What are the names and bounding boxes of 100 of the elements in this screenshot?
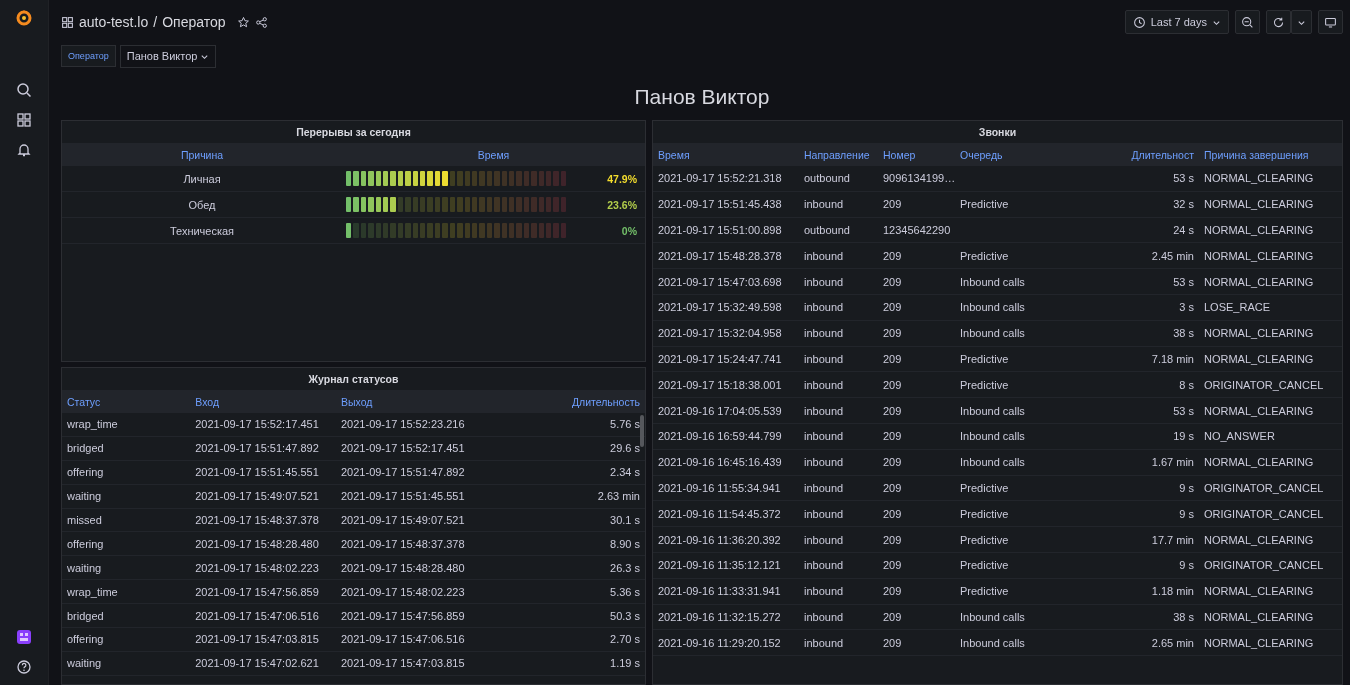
zoom-out-icon <box>1241 15 1254 29</box>
column-header[interactable]: Время <box>653 148 799 161</box>
table-cell-text: 53 s <box>1172 404 1195 417</box>
table-cell-text: NORMAL_CLEARING <box>1203 275 1315 288</box>
folder-link[interactable]: auto-test.lo <box>79 14 149 30</box>
table-cell-text: 3 s <box>1178 301 1195 314</box>
table-cell-text: NORMAL_CLEARING <box>1203 327 1315 340</box>
table-cell-text: inbound <box>803 585 845 598</box>
table-cell-text: offering <box>66 633 105 646</box>
table-cell-text: 2021-09-16 11:33:31.941 <box>657 585 782 598</box>
table-cell-text: 7.18 min <box>1150 352 1195 365</box>
column-header[interactable]: Время <box>342 148 645 161</box>
table-cell-text: 2021-09-17 15:51:45.438 <box>657 198 783 211</box>
table-cell-text: 2.65 min <box>1150 636 1195 649</box>
table-cell-text: NORMAL_CLEARING <box>1203 585 1315 598</box>
table-cell-text: wrap_time <box>66 418 119 431</box>
table-cell-text: 2021-09-17 15:47:56.859 <box>194 585 320 598</box>
table-cell-text: NORMAL_CLEARING <box>1203 172 1315 185</box>
search-icon[interactable] <box>16 82 32 98</box>
table-cell-text: 29.6 s <box>609 442 641 455</box>
table-cell-text: Личная <box>182 172 222 185</box>
star-icon[interactable] <box>236 15 250 29</box>
tv-mode-button[interactable] <box>1318 10 1343 34</box>
column-header[interactable]: Направление <box>799 148 878 161</box>
table-cell-text: NORMAL_CLEARING <box>1203 533 1315 546</box>
column-header[interactable]: Статус <box>62 395 191 408</box>
breadcrumb-separator: / <box>153 14 158 30</box>
table-cell-text: 2021-09-16 11:32:15.272 <box>657 610 782 623</box>
table-cell-text: 53 s <box>1172 275 1195 288</box>
zoom-out-button[interactable] <box>1235 10 1260 34</box>
table-cell-text: 2.45 min <box>1150 249 1195 262</box>
table-cell-text: waiting <box>66 657 103 670</box>
table-cell-text: NORMAL_CLEARING <box>1203 249 1315 262</box>
table-cell-text: 2021-09-17 15:51:45.551 <box>194 466 320 479</box>
table-cell-text: 2021-09-17 15:48:28.480 <box>340 561 466 574</box>
table-cell-text: 30.1 s <box>609 514 641 526</box>
panel-title: Перерывы за сегодня <box>295 125 412 140</box>
table-cell-text: 2021-09-16 11:29:20.152 <box>657 636 782 649</box>
column-header[interactable]: Длительност <box>1123 148 1199 161</box>
table-cell-text: Predictive <box>959 533 1010 546</box>
table-cell-text: bridged <box>66 609 105 622</box>
table-cell-text: 2021-09-17 15:52:23.216 <box>340 418 466 431</box>
share-icon[interactable] <box>254 15 268 29</box>
column-header[interactable]: Вход <box>190 395 336 408</box>
help-icon[interactable] <box>16 659 32 675</box>
table-cell-text: 2.70 s <box>609 633 641 646</box>
table-cell-text: 1.18 min <box>1150 585 1195 598</box>
column-header[interactable]: Причина <box>62 148 342 161</box>
table-cell-text: Inbound calls <box>959 636 1026 649</box>
table-cell-text: 209 <box>882 378 903 391</box>
table-cell-text: inbound <box>803 481 845 494</box>
table-cell-text: 2021-09-17 15:49:07.521 <box>340 514 466 526</box>
table-cell-text: 209 <box>882 585 903 598</box>
refresh-button[interactable] <box>1266 10 1291 34</box>
table-cell-text: 2021-09-17 15:24:47.741 <box>657 352 783 365</box>
table-cell-text: 2.63 min <box>596 490 641 503</box>
scrollbar[interactable] <box>640 415 644 447</box>
table-cell-text: 2.34 s <box>609 466 641 479</box>
table-cell-text: 5.36 s <box>609 585 641 598</box>
table-cell-text: NORMAL_CLEARING <box>1203 404 1315 417</box>
table-cell-text: 209 <box>882 352 903 365</box>
column-header[interactable]: Причина завершения <box>1199 148 1342 161</box>
table-cell-text: 2021-09-17 15:48:28.378 <box>657 249 783 262</box>
table-cell-text: 19 s <box>1172 430 1195 443</box>
table-cell-text: inbound <box>803 378 845 391</box>
table-cell-text: 2021-09-16 17:04:05.539 <box>657 404 783 417</box>
dashboard-grid-icon <box>61 15 74 29</box>
table-cell-text: NORMAL_CLEARING <box>1203 352 1315 365</box>
column-header[interactable]: Выход <box>336 395 482 408</box>
table-cell-text: 209 <box>882 275 903 288</box>
logo-icon[interactable] <box>14 8 34 28</box>
table-cell-text: inbound <box>803 533 845 546</box>
table-cell-text: inbound <box>803 507 845 520</box>
table-cell-text: 26.3 s <box>609 561 641 574</box>
panel-title: Звонки <box>977 125 1018 140</box>
gauge-value: 47.9% <box>606 172 637 185</box>
table-cell-text: 8.90 s <box>609 537 641 550</box>
column-header[interactable]: Длительность <box>481 395 645 408</box>
table-cell-text: Predictive <box>959 507 1010 520</box>
table-cell-text: 2021-09-17 15:32:49.598 <box>657 301 783 314</box>
table-cell-text: 2021-09-16 16:45:16.439 <box>657 456 783 469</box>
table-cell-text: Predictive <box>959 481 1010 494</box>
panel-title: Журнал статусов <box>307 372 400 387</box>
column-header[interactable]: Очередь <box>955 148 1123 161</box>
user-avatar-icon[interactable] <box>16 629 32 645</box>
table-cell-text: 2021-09-17 15:47:56.859 <box>340 609 466 622</box>
column-header[interactable]: Номер <box>878 148 955 161</box>
dashboards-icon[interactable] <box>16 112 32 128</box>
time-range-button[interactable]: Last 7 days <box>1124 10 1229 34</box>
table-cell-text: NORMAL_CLEARING <box>1203 198 1315 211</box>
table-cell-text: 209 <box>882 301 903 314</box>
table-cell-text: ORIGINATOR_CANCEL <box>1203 481 1325 494</box>
variable-dropdown[interactable]: Панов Виктор <box>119 44 217 68</box>
table-cell-text: inbound <box>803 636 845 649</box>
bell-icon[interactable] <box>16 142 32 158</box>
table-cell-text: 12345642290 <box>882 224 952 236</box>
table-cell-text: ORIGINATOR_CANCEL <box>1203 507 1325 520</box>
dashboard-title: Оператор <box>162 14 226 30</box>
clock-icon <box>1132 15 1146 29</box>
table-cell-text: 9 s <box>1178 481 1195 494</box>
